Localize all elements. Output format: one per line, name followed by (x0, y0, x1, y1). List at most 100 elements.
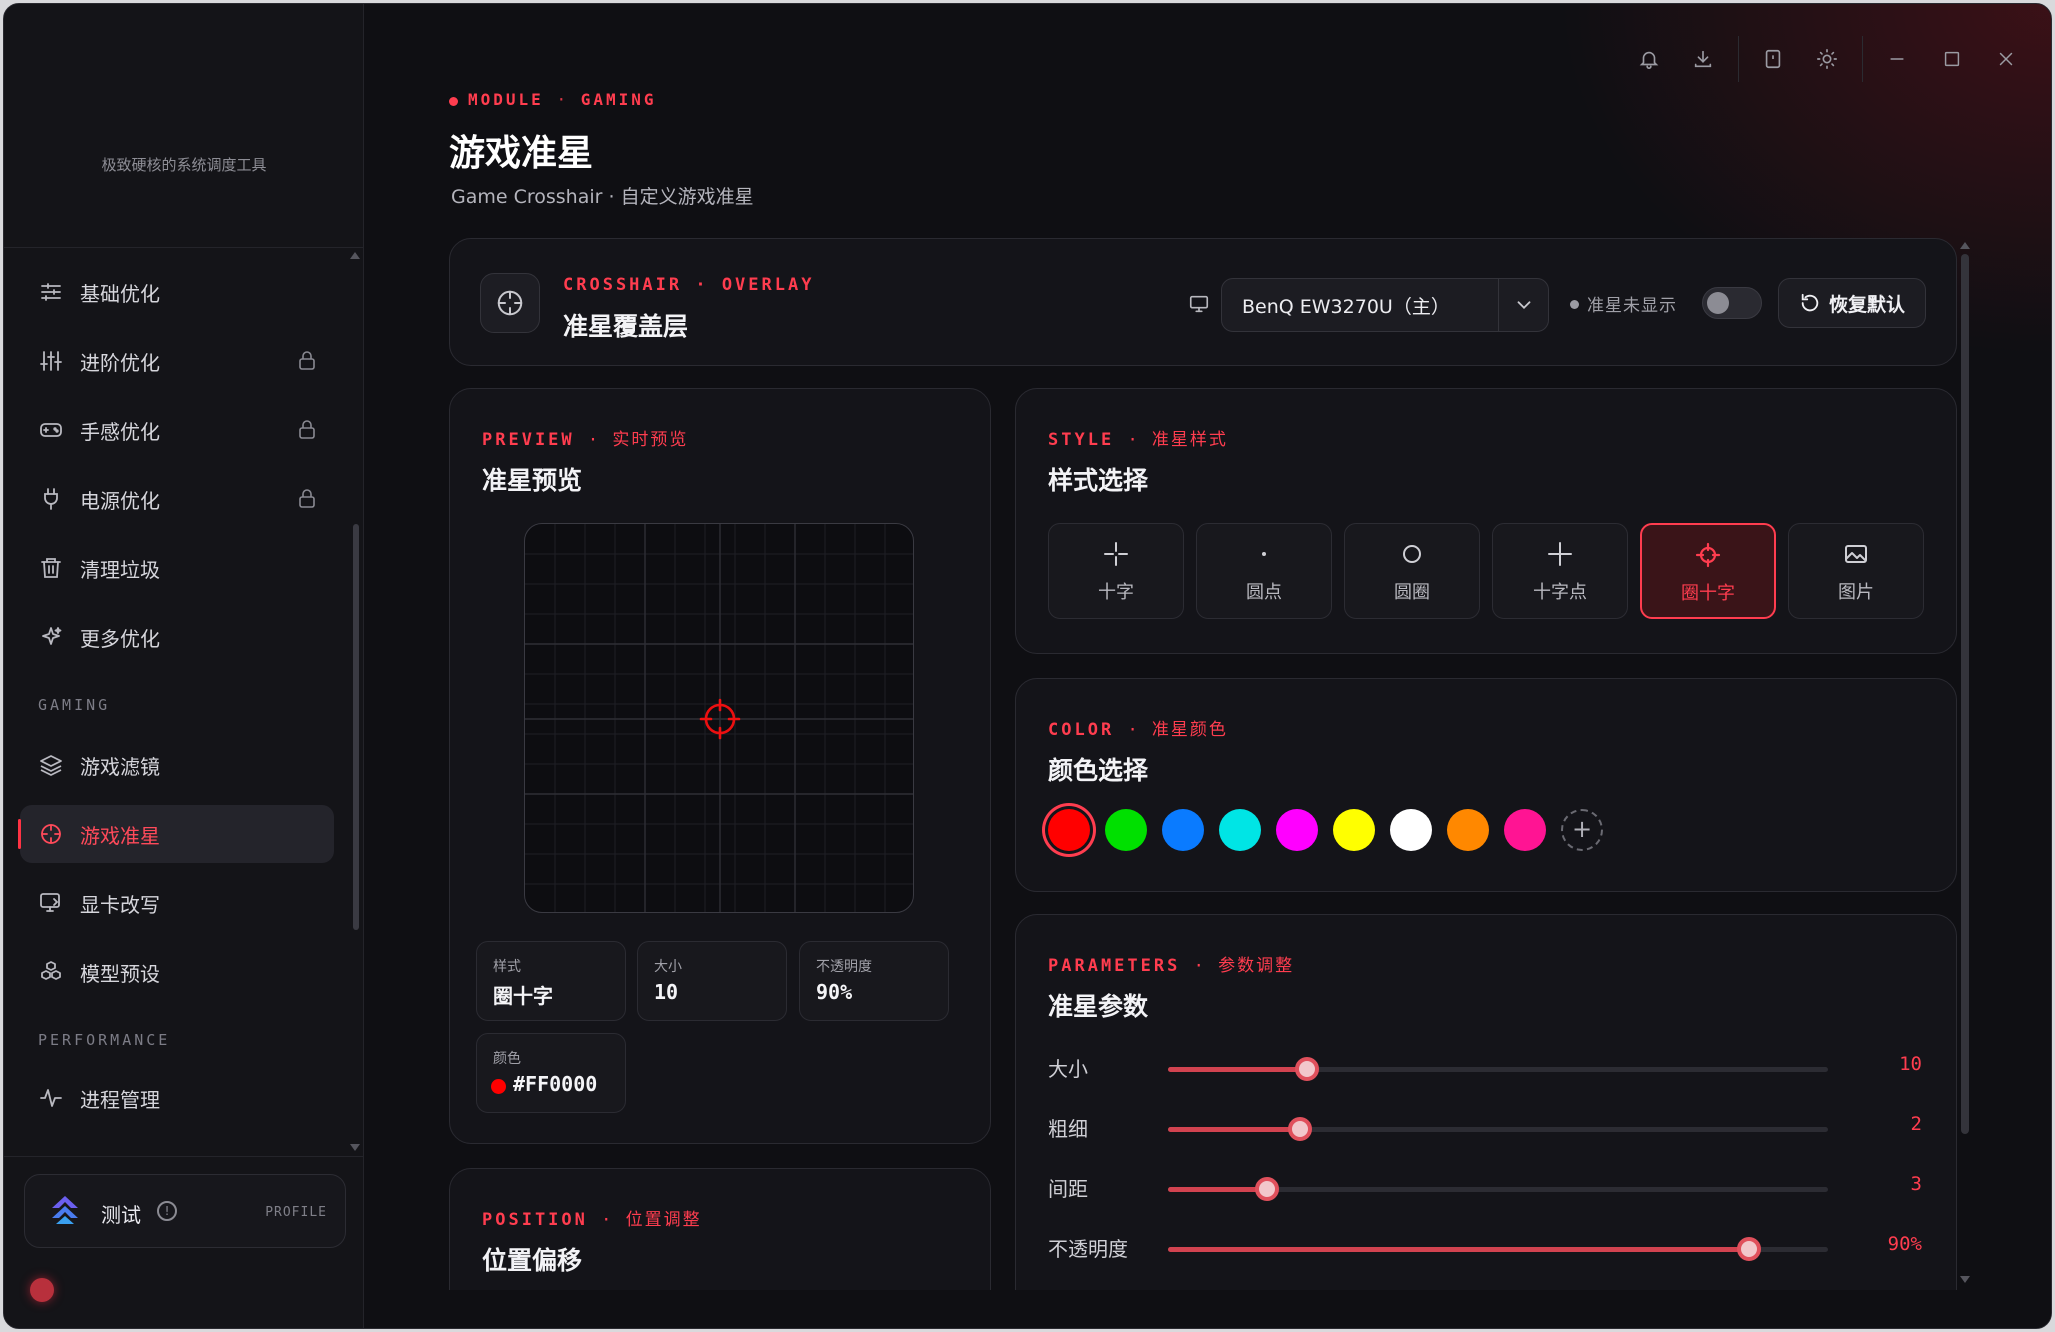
style-option-cross-dot[interactable]: 十字点 (1492, 523, 1628, 619)
param-slider-thickness[interactable] (1168, 1117, 1828, 1141)
style-title: 样式选择 (1048, 466, 1149, 495)
profile-name: 测试 (101, 1203, 141, 1227)
slider-thumb[interactable] (1255, 1177, 1279, 1201)
color-swatch-yellow[interactable] (1333, 809, 1375, 851)
preview-eyebrow-cn: 实时预览 (612, 430, 689, 450)
style-option-label: 圈十字 (1681, 583, 1735, 604)
style-option-circle-cross[interactable]: 圈十字 (1640, 523, 1776, 619)
sidebar-item-power[interactable]: 电源优化 (20, 470, 334, 528)
add-color-button[interactable]: + (1561, 809, 1603, 851)
info-icon[interactable]: ! (157, 1201, 177, 1221)
param-value: 90% (1887, 1233, 1922, 1255)
position-eyebrow-cn: 位置调整 (625, 1210, 702, 1230)
profile-card[interactable]: 测试 ! PROFILE (24, 1174, 346, 1248)
minimize-icon[interactable] (1886, 48, 1908, 70)
sidebar-item-advanced[interactable]: 进阶优化 (20, 332, 334, 390)
slider-thumb[interactable] (1736, 1237, 1761, 1261)
app-window: 极致硬核的系统调度工具 基础优化 进阶优化 手感优化 电源优化 清理垃圾 更多优… (3, 3, 2052, 1329)
plug-icon (38, 486, 64, 512)
sun-icon[interactable] (1816, 48, 1838, 70)
sparkle-icon (38, 624, 64, 650)
overlay-icon-box (480, 273, 540, 333)
color-swatch-pink[interactable] (1504, 809, 1546, 851)
param-slider-opacity[interactable] (1168, 1237, 1828, 1261)
eyebrow-separator: · (556, 90, 569, 109)
scroll-up-arrow[interactable] (350, 252, 360, 259)
toggle-knob (1707, 292, 1729, 314)
overlay-toggle[interactable] (1702, 287, 1762, 319)
param-value: 2 (1910, 1113, 1922, 1135)
param-label: 不透明度 (1048, 1237, 1128, 1261)
cubes-icon (38, 959, 64, 985)
app-tagline: 极致硬核的系统调度工具 (101, 156, 267, 174)
sidebar-item-game-filter[interactable]: 游戏滤镜 (20, 736, 334, 794)
sidebar-item-label: 游戏滤镜 (80, 754, 160, 779)
sidebar-item-process[interactable]: 进程管理 (20, 1069, 334, 1127)
style-option-label: 圆点 (1246, 582, 1282, 603)
document-icon[interactable] (1762, 48, 1784, 70)
overlay-title: 准星覆盖层 (563, 312, 689, 341)
module-dot (449, 97, 458, 106)
style-option-cross[interactable]: 十字 (1048, 523, 1184, 619)
color-eyebrow-cn: 准星颜色 (1151, 720, 1228, 740)
color-swatch-blue[interactable] (1162, 809, 1204, 851)
sidebar-item-feel[interactable]: 手感优化 (20, 401, 334, 459)
close-icon[interactable] (1995, 48, 2017, 70)
param-label: 粗细 (1048, 1117, 1088, 1141)
main-scroll-down-arrow[interactable] (1960, 1276, 1970, 1283)
status-dot (1570, 300, 1579, 309)
sidebar-scrollbar[interactable] (353, 524, 359, 930)
color-swatch-magenta[interactable] (1276, 809, 1318, 851)
color-card: COLOR · 准星颜色 颜色选择 + (1015, 678, 1957, 892)
sidebar-item-label: 游戏准星 (80, 823, 160, 848)
color-swatch-orange[interactable] (1447, 809, 1489, 851)
sidebar-item-label: 电源优化 (80, 488, 160, 513)
param-slider-gap[interactable] (1168, 1177, 1828, 1201)
sidebar-item-label: 进程管理 (80, 1087, 160, 1112)
layers-icon (38, 752, 64, 778)
maximize-icon[interactable] (1941, 48, 1963, 70)
style-option-dot[interactable]: 圆点 (1196, 523, 1332, 619)
sidebar-item-more[interactable]: 更多优化 (20, 608, 334, 666)
equalizer-icon (38, 348, 64, 374)
activity-icon (38, 1085, 64, 1111)
params-eyebrow: PARAMETERS · 参数调整 (1048, 956, 1295, 976)
titlebar-separator (1862, 36, 1863, 82)
circle-icon (1398, 540, 1426, 568)
bell-icon[interactable] (1638, 48, 1660, 70)
titlebar-separator (1738, 36, 1739, 82)
eyebrow-gaming: GAMING (580, 90, 657, 109)
color-swatch-cyan[interactable] (1219, 809, 1261, 851)
main-scrollbar[interactable] (1961, 254, 1969, 1134)
style-eyebrow-cn: 准星样式 (1151, 430, 1228, 450)
sidebar: 极致硬核的系统调度工具 基础优化 进阶优化 手感优化 电源优化 清理垃圾 更多优… (4, 4, 364, 1328)
style-option-label: 十字点 (1533, 582, 1587, 603)
style-option-label: 图片 (1838, 582, 1874, 603)
color-swatch-green[interactable] (1105, 809, 1147, 851)
scroll-down-arrow[interactable] (350, 1144, 360, 1151)
stat-value: 90% (816, 980, 853, 1004)
color-swatch-red[interactable] (1048, 809, 1090, 851)
sidebar-item-game-crosshair[interactable]: 游戏准星 (18, 805, 334, 863)
sidebar-item-gpu-rewrite[interactable]: 显卡改写 (20, 874, 334, 932)
slider-thumb[interactable] (1294, 1057, 1319, 1081)
crosshair-icon (38, 821, 64, 847)
sidebar-item-model-preset[interactable]: 模型预设 (20, 943, 334, 1001)
sidebar-item-basic[interactable]: 基础优化 (20, 263, 334, 321)
color-swatch-white[interactable] (1390, 809, 1432, 851)
slider-fill (1168, 1127, 1300, 1132)
slider-thumb[interactable] (1288, 1117, 1312, 1141)
sidebar-item-label: 手感优化 (80, 419, 160, 444)
sidebar-item-clean[interactable]: 清理垃圾 (20, 539, 334, 597)
monitor-select[interactable]: BenQ EW3270U（主） (1221, 278, 1549, 332)
param-slider-size[interactable] (1168, 1057, 1828, 1081)
reset-default-button[interactable]: 恢复默认 (1778, 278, 1926, 328)
main-scroll-up-arrow[interactable] (1960, 242, 1970, 249)
params-card: PARAMETERS · 参数调整 准星参数 大小 10 粗细 2 间距 3 不… (1015, 914, 1957, 1328)
section-label-performance: PERFORMANCE (38, 1031, 171, 1049)
style-option-circle[interactable]: 圆圈 (1344, 523, 1480, 619)
preview-card: PREVIEW · 实时预览 准星预览 样式 圈十字 大小 10 不透明度 90… (449, 388, 991, 1144)
param-label: 间距 (1048, 1177, 1088, 1201)
style-option-image[interactable]: 图片 (1788, 523, 1924, 619)
download-icon[interactable] (1692, 48, 1714, 70)
